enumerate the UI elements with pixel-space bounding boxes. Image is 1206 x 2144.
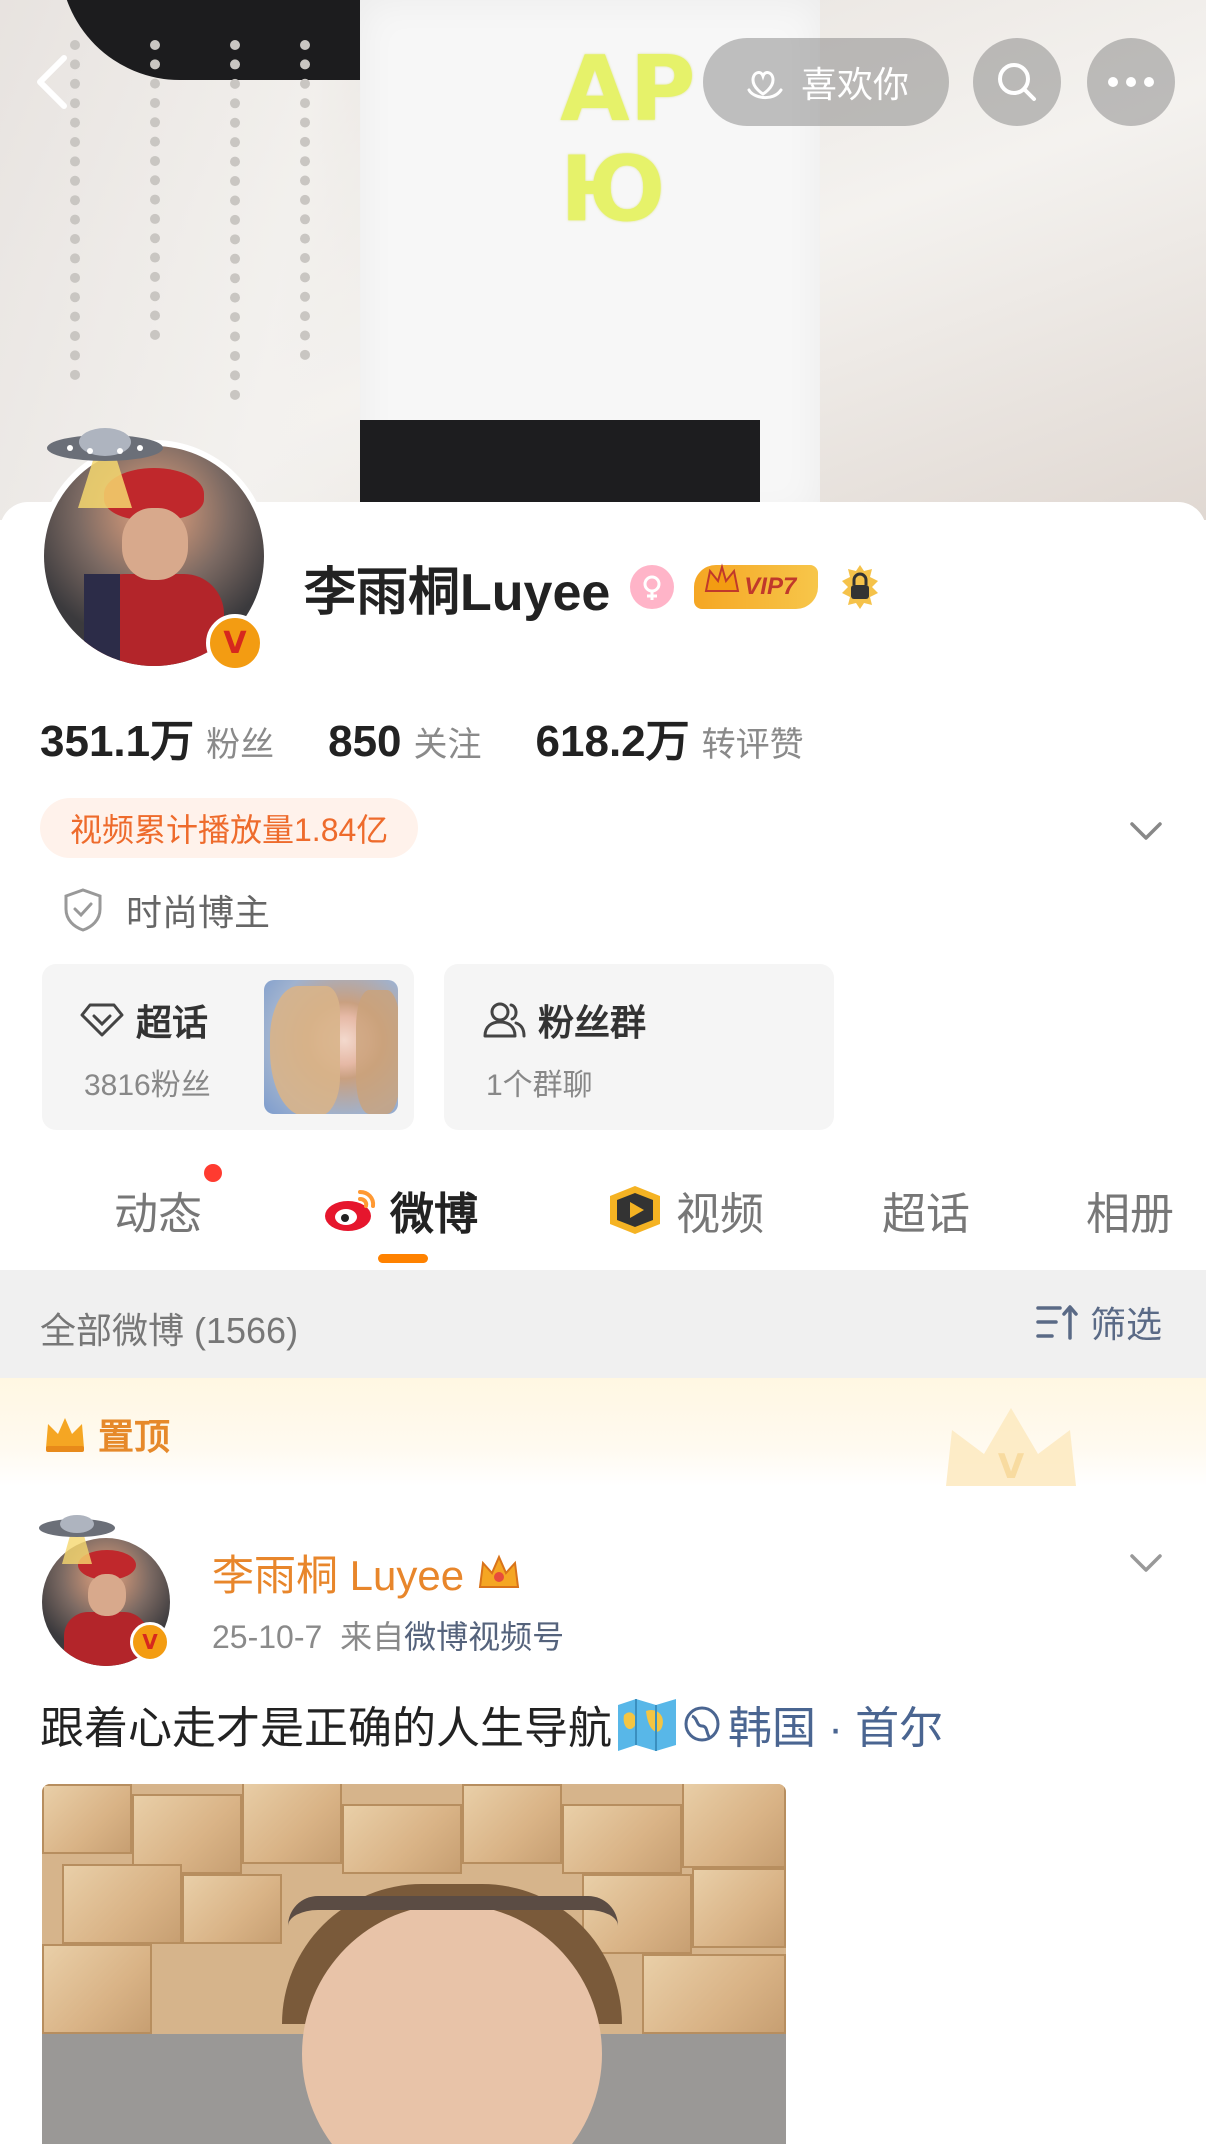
stat-interactions-value: 618.2万 [535,717,690,766]
post-options-chevron-down-icon[interactable] [1124,1540,1168,1584]
post-author-row: 李雨桐 Luyee [212,1542,522,1603]
filter-button[interactable]: 筛选 [1034,1296,1162,1348]
all-posts-count: 全部微博 (1566) [40,1310,299,1351]
vip-label: VIP7 [744,573,797,600]
like-you-label: 喜欢你 [800,64,909,105]
profile-stats: 351.1万 粉丝 850 关注 618.2万 转评赞 [40,705,858,769]
tab-video-label: 视频 [676,1190,764,1239]
ufo-avatar-decoration-icon [47,428,163,508]
hand-heart-icon [747,71,783,99]
profile-tag-label: 时尚博主 [126,892,271,933]
pinned-banner: 置顶 V [0,1378,1206,1486]
weibo-logo-icon [325,1190,376,1231]
tab-feed-notification-dot [204,1164,222,1182]
cover-fringe [230,40,240,400]
tab-album[interactable]: 相册 [1086,1180,1174,1240]
post-date: 25-10-7 [212,1619,323,1655]
stat-interactions[interactable]: 618.2万 转评赞 [536,705,804,769]
profile-name: 李雨桐Luyee [304,563,611,622]
verified-badge-icon: V [206,614,264,672]
pinned-label-text: 置顶 [98,1416,171,1457]
fan-group-card[interactable]: 粉丝群 1个群聊 [444,964,834,1130]
search-icon [998,63,1036,101]
tab-supertopic[interactable]: 超话 [882,1180,970,1240]
post-content: 跟着心走才是正确的人生导航 韩国 · 首尔 [40,1692,943,1756]
tab-supertopic-label: 超话 [882,1190,970,1239]
post-text-body: 跟着心走才是正确的人生导航 [40,1704,612,1753]
filter-sort-icon [1036,1305,1078,1340]
post-video-thumbnail[interactable] [42,1784,786,2144]
svg-text:V: V [998,1447,1025,1486]
back-button[interactable] [22,50,82,114]
supertopic-fans-count: 3816粉丝 [84,1069,211,1102]
stat-following-label: 关注 [413,726,482,764]
more-button[interactable] [1087,38,1175,126]
post-verified-badge-icon: V [130,1622,170,1662]
profile-name-row: 李雨桐Luyee VIP7 [304,552,882,622]
shield-check-icon [64,888,102,932]
post-author-name[interactable]: 李雨桐 Luyee [212,1542,464,1603]
stat-following[interactable]: 850 关注 [328,717,481,767]
active-tab-indicator [378,1254,428,1263]
video-plays-badge[interactable]: 视频累计播放量1.84亿 [40,798,419,858]
pinned-label: 置顶 [42,1408,170,1460]
cover-fringe [300,40,310,360]
cover-fringe [150,40,160,340]
post-location-link[interactable]: 韩国 · 首尔 [682,1692,943,1756]
expand-chevron-down-icon[interactable] [1124,808,1168,852]
crown-icon [705,563,740,592]
gold-crown-badge-icon [478,1554,520,1588]
ufo-post-avatar-decoration-icon [39,1515,115,1564]
pinned-crown-icon [46,1418,84,1452]
supertopic-title-text: 超话 [136,1002,209,1043]
fan-group-card-title: 粉丝群 [482,994,646,1046]
supertopic-card-title: 超话 [80,994,208,1046]
post-meta: 25-10-7 来自微博视频号 [212,1612,564,1658]
post-location-text: 韩国 · 首尔 [728,1704,944,1753]
stat-followers-value: 351.1万 [40,717,195,766]
tab-feed-label: 动态 [114,1190,202,1239]
profile-tag-row: 时尚博主 [62,884,270,936]
supertopic-card[interactable]: 超话 3816粉丝 [42,964,414,1130]
crown-watermark-icon: V [946,1408,1076,1486]
tab-weibo[interactable]: 微博 [322,1180,478,1240]
like-you-button[interactable]: 喜欢你 [703,38,949,126]
video-badge-icon [610,1186,660,1234]
group-users-icon [483,1002,526,1038]
vip-level-badge[interactable]: VIP7 [694,563,819,609]
globe-icon [684,1706,720,1742]
world-map-emoji-icon [618,1699,676,1751]
supertopic-thumbnail [264,980,398,1114]
female-gender-icon [630,565,675,609]
post-source-link[interactable]: 微博视频号 [404,1619,564,1655]
stat-followers[interactable]: 351.1万 粉丝 [40,705,274,769]
fan-group-count: 1个群聊 [486,1069,593,1102]
stat-following-value: 850 [328,717,402,766]
stat-followers-label: 粉丝 [206,726,275,764]
tab-feed[interactable]: 动态 [114,1180,202,1240]
chevron-left-icon [37,55,67,109]
cover-shirt-print: АР Ю [560,37,696,242]
more-dots-icon [1108,77,1154,87]
tab-weibo-label: 微博 [390,1190,478,1239]
search-button[interactable] [973,38,1061,126]
tab-video[interactable]: 视频 [604,1180,764,1240]
filter-button-label: 筛选 [1090,1304,1163,1345]
fan-group-title-text: 粉丝群 [538,1002,647,1043]
diamond-icon [80,1003,124,1037]
post-filter-bar: 全部微博 (1566) 筛选 [0,1270,1206,1378]
post-source-prefix: 来自 [340,1619,405,1655]
stat-interactions-label: 转评赞 [701,726,804,764]
lock-badge-icon[interactable] [838,563,882,611]
tab-album-label: 相册 [1086,1190,1174,1239]
